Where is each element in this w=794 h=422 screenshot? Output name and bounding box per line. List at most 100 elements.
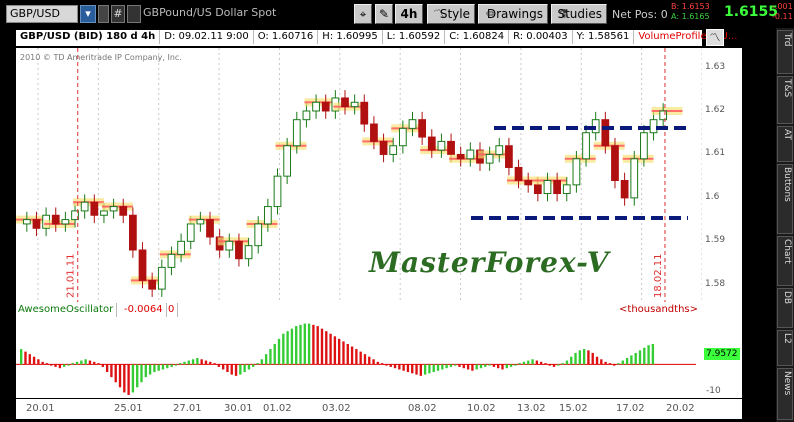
chart-area: GBP/USD (BID) 180 d 4h D: 09.02.11 9:00 O:…	[0, 28, 776, 422]
candle	[620, 172, 629, 206]
sidebar-tab-label: Buttons	[782, 167, 792, 202]
bid-price: B: 1.6153	[671, 2, 710, 11]
price-panel[interactable]: 21.01.11 18.02.11 2010 © TD Ameritrade IP…	[16, 48, 702, 313]
price-tick: 1.63	[705, 61, 726, 72]
pencil-icon: ✏	[485, 7, 496, 21]
header-high: H: 1.60995	[318, 30, 383, 44]
candle-body	[32, 219, 41, 229]
oscillator-bar	[544, 363, 547, 365]
drawings-button[interactable]: ✏ Drawings	[478, 4, 548, 24]
sidebar-tab-at[interactable]: AT	[777, 126, 793, 162]
oscillator-bar	[45, 363, 49, 365]
candle	[350, 94, 359, 115]
header-open: O: 1.60716	[254, 30, 319, 44]
candle-body	[418, 119, 427, 138]
oscillator-bar	[475, 364, 478, 370]
price-axis[interactable]: 1.63 1.62 1.61 1.6 1.59 1.58	[702, 48, 742, 313]
oscillator-bar	[144, 364, 147, 378]
oscillator-bar	[634, 352, 637, 365]
chart-settings-icon[interactable]: 〽	[706, 29, 724, 46]
sidebar-tab-label: L2	[782, 333, 792, 344]
oscillator-bar	[423, 364, 427, 375]
price-tick: 1.6	[705, 191, 720, 202]
candle-body	[350, 101, 359, 108]
candle-body	[254, 223, 263, 247]
candle-body	[138, 249, 147, 281]
crosshair-icon[interactable]: ⌖	[354, 4, 372, 24]
candle-body	[51, 214, 60, 225]
oscillator-bar	[350, 346, 354, 365]
copyright-text: 2010 © TD Ameritrade IP Company, Inc.	[20, 53, 182, 62]
oscillator-bar	[509, 364, 513, 367]
hash-button[interactable]: #	[111, 5, 125, 23]
oscillator-bar	[574, 352, 577, 365]
grid-icon[interactable]	[127, 5, 141, 23]
candle-body	[225, 240, 234, 251]
studies-button[interactable]: ⚗ Studies	[551, 4, 607, 24]
oscillator-bar	[333, 336, 337, 365]
candle-body	[553, 180, 561, 195]
candle-body	[601, 119, 610, 147]
sidebar-tab-label: Trd	[782, 33, 792, 47]
sidebar-tab-l2[interactable]: L2	[777, 330, 793, 366]
sidebar-tab-db[interactable]: DB	[777, 288, 793, 328]
symbol-link-icon[interactable]	[98, 5, 109, 23]
drawing-tools-icon[interactable]: ✎	[375, 4, 393, 24]
oscillator-bar	[191, 359, 195, 365]
candle-body	[321, 101, 330, 112]
oscillator-bar	[37, 359, 40, 365]
oscillator-bar	[196, 358, 199, 365]
candle	[119, 198, 128, 224]
symbol-input[interactable]: GBP/USD	[6, 5, 78, 23]
oscillator-name[interactable]: AwesomeOscillator	[18, 303, 118, 317]
oscillator-bar	[359, 351, 362, 365]
oscillator-bar	[372, 359, 375, 365]
candle	[360, 94, 369, 132]
oscillator-bar	[419, 364, 423, 376]
oscillator-bar	[415, 364, 418, 375]
sidebar-tab-buttons[interactable]: Buttons	[777, 164, 793, 234]
oscillator-bar	[97, 363, 100, 365]
oscillator-bar	[595, 356, 599, 365]
oscillator-bar	[123, 364, 126, 393]
oscillator-bar	[638, 350, 642, 365]
oscillator-bar	[166, 364, 169, 369]
candle-body	[109, 206, 118, 212]
date-marker-label: 18.02.11	[653, 253, 664, 298]
candle-body	[572, 158, 581, 186]
oscillator-bar	[608, 363, 612, 365]
candle	[408, 111, 417, 137]
candle-body	[640, 132, 648, 160]
candle-body	[379, 140, 388, 155]
oscillator-bar	[462, 364, 465, 369]
time-tick: 03.02	[322, 403, 351, 414]
sidebar-tab-label: News	[782, 371, 792, 396]
oscillator-bar	[561, 363, 564, 365]
oscillator-bar	[604, 361, 607, 365]
sidebar-tab-trd[interactable]: Trd	[777, 30, 793, 74]
oscillator-panel[interactable]	[16, 318, 702, 398]
oscillator-bar	[565, 360, 569, 365]
oscillator-bar	[295, 326, 298, 365]
header-close: C: 1.60824	[445, 30, 510, 44]
volume-profile-label[interactable]: VolumeProfile (AU...	[634, 30, 741, 44]
time-tick: 10.02	[467, 403, 496, 414]
symbol-dropdown-icon[interactable]: ▾	[80, 5, 96, 23]
sidebar-tab-ts[interactable]: T&S	[777, 76, 793, 124]
oscillator-bar	[230, 364, 233, 375]
candle-body	[611, 145, 619, 181]
sidebar-tab-chart[interactable]: Chart	[777, 236, 793, 286]
style-button[interactable]: 〽 Style	[427, 4, 475, 24]
oscillator-bar	[587, 350, 590, 365]
sidebar-tab-news[interactable]: News	[777, 368, 793, 420]
oscillator-bar	[449, 364, 453, 367]
aggregation-button[interactable]: 4h	[395, 4, 423, 24]
candle	[129, 207, 137, 258]
time-axis[interactable]: 20.01 25.01 27.01 30.01 01.02 03.02 08.02 10.02…	[16, 399, 742, 419]
candle-body	[514, 166, 523, 182]
candle	[302, 103, 311, 128]
watermark: MasterForex-V	[369, 246, 610, 279]
oscillator-bar	[398, 364, 401, 370]
time-tick: 30.01	[224, 403, 253, 414]
ask-price: A: 1.6165	[671, 12, 710, 21]
